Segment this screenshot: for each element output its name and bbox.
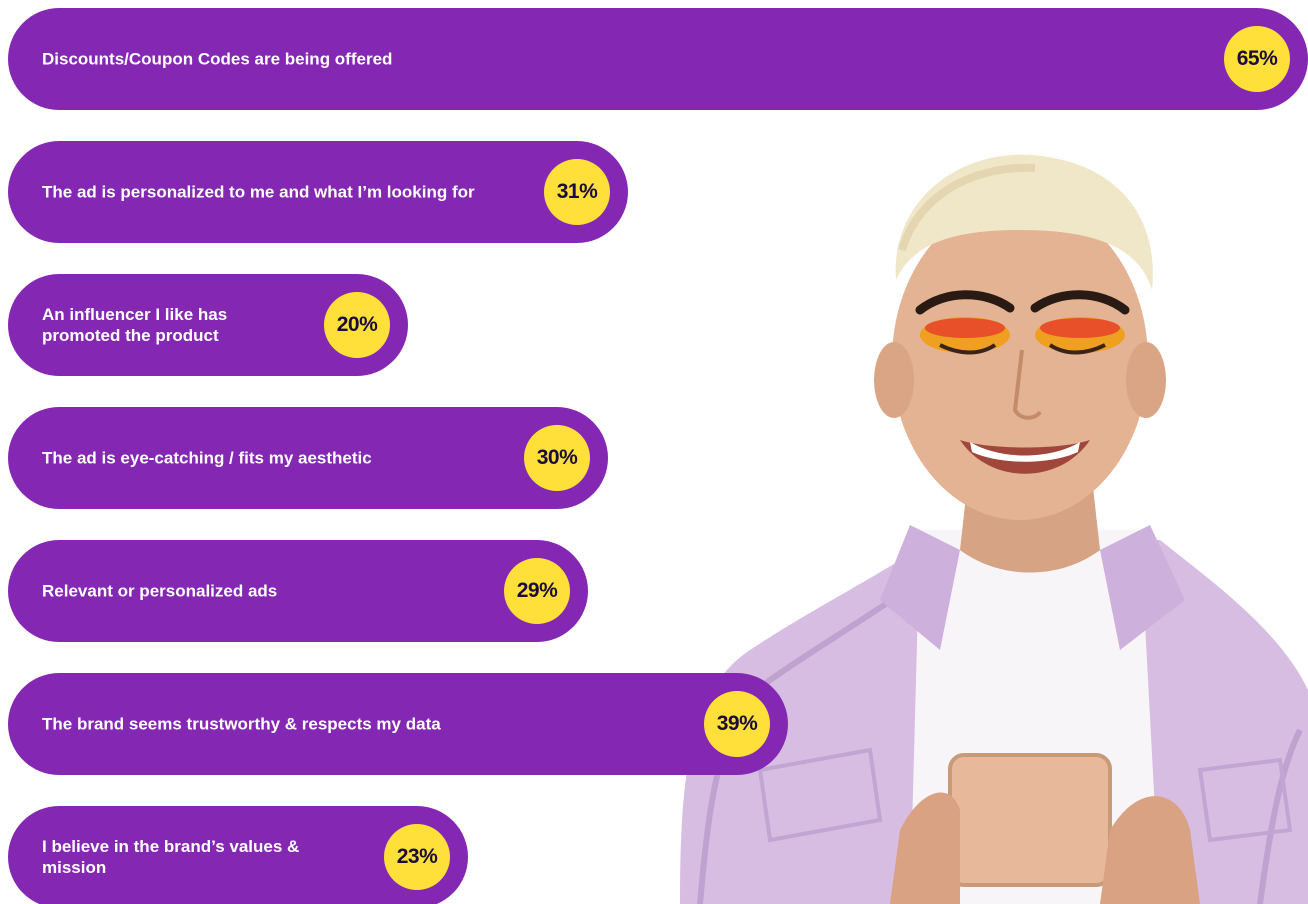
bar-relevant-ads: Relevant or personalized ads 29%: [8, 540, 588, 642]
bar-value-badge: 39%: [704, 691, 770, 757]
bar-value-badge: 30%: [524, 425, 590, 491]
chart-stage: Discounts/Coupon Codes are being offered…: [0, 0, 1308, 904]
bar-eye-catching: The ad is eye-catching / fits my aesthet…: [8, 407, 608, 509]
bar-trustworthy: The brand seems trustworthy & respects m…: [8, 673, 788, 775]
bar-label: The ad is personalized to me and what I’…: [42, 182, 475, 202]
bar-list: Discounts/Coupon Codes are being offered…: [0, 0, 1308, 904]
bar-label: An influencer I like has promoted the pr…: [42, 305, 228, 345]
bar-label: Discounts/Coupon Codes are being offered: [42, 49, 393, 69]
bar-value-badge: 29%: [504, 558, 570, 624]
bar-value-badge: 65%: [1224, 26, 1290, 92]
bar-discounts: Discounts/Coupon Codes are being offered…: [8, 8, 1308, 110]
bar-label: The ad is eye-catching / fits my aesthet…: [42, 448, 372, 468]
bar-influencer: An influencer I like has promoted the pr…: [8, 274, 408, 376]
bar-value-badge: 20%: [324, 292, 390, 358]
bar-value-badge: 23%: [384, 824, 450, 890]
bar-personalized-to-me: The ad is personalized to me and what I’…: [8, 141, 628, 243]
bar-label: Relevant or personalized ads: [42, 581, 278, 601]
bar-brand-values: I believe in the brand’s values & missio…: [8, 806, 468, 904]
bar-value-badge: 31%: [544, 159, 610, 225]
bar-label: The brand seems trustworthy & respects m…: [42, 714, 441, 734]
bar-label: I believe in the brand’s values & missio…: [42, 837, 300, 877]
